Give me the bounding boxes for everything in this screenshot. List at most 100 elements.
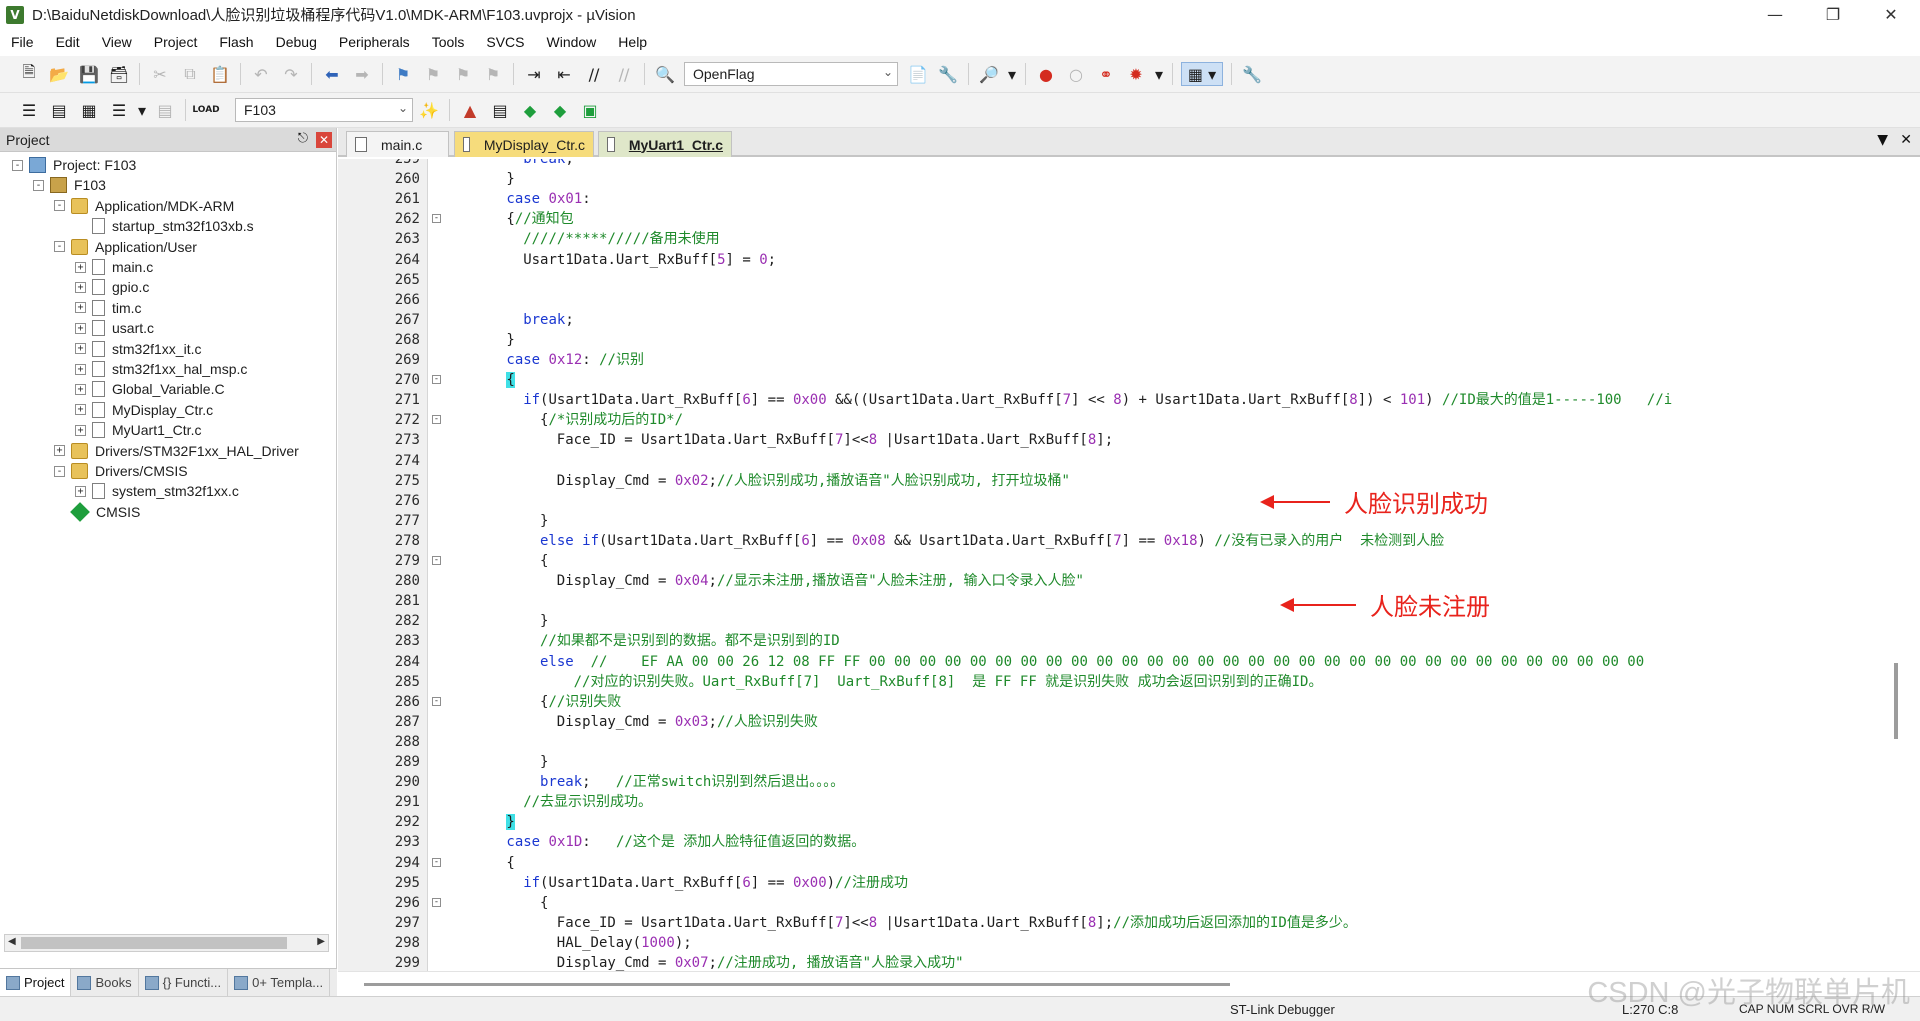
panel-tab-3[interactable]: 0+ Templa... — [228, 969, 331, 996]
tree-node[interactable]: startup_stm32f103xb.s — [75, 216, 254, 236]
nav-back-icon[interactable]: ⬅ — [320, 62, 344, 86]
rebuild-icon[interactable]: ▦ — [77, 98, 101, 122]
menu-debug[interactable]: Debug — [265, 29, 328, 55]
panel-tab-2[interactable]: {} Functi... — [139, 969, 229, 996]
bookmark-prev-icon[interactable]: ⚑ — [421, 62, 445, 86]
tree-node[interactable]: + MyUart1_Ctr.c — [75, 420, 201, 440]
scroll-right-icon[interactable]: ▶ — [317, 936, 325, 947]
find-combo[interactable]: OpenFlag ⌄ — [684, 62, 898, 86]
file-extensions-icon[interactable]: ▤ — [488, 98, 512, 122]
download-icon[interactable]: LOAD — [192, 98, 219, 122]
close-tab-icon[interactable]: ✕ — [1900, 132, 1912, 148]
tree-node[interactable]: + main.c — [75, 257, 153, 277]
expand-icon[interactable]: + — [75, 383, 86, 395]
pack-installer-icon[interactable]: ◆ — [518, 98, 542, 122]
comment-icon[interactable]: // — [582, 62, 606, 86]
save-all-icon[interactable]: 🗃 — [107, 62, 131, 86]
tab-myuart1-ctr-c[interactable]: MyUart1_Ctr.c — [598, 131, 732, 157]
collapse-icon[interactable]: - — [54, 200, 65, 212]
copy-icon[interactable]: ⧉ — [178, 62, 202, 86]
code-editor[interactable]: 259 break; 260} 261 case 0x01: 262- {//通知包 263/… — [338, 159, 1905, 971]
scroll-left-icon[interactable]: ◀ — [8, 936, 16, 947]
new-file-icon[interactable]: 🗎 — [17, 62, 41, 86]
tree-node[interactable]: + Global_Variable.C — [75, 379, 225, 399]
fold-toggle-icon[interactable]: - — [432, 415, 441, 425]
paste-icon[interactable]: 📋 — [208, 62, 232, 86]
tree-node[interactable]: + stm32f1xx_hal_msp.c — [75, 359, 247, 379]
save-icon[interactable]: 💾 — [77, 62, 101, 86]
expand-icon[interactable]: + — [75, 343, 86, 355]
expand-icon[interactable]: + — [75, 424, 86, 436]
select-packs-icon[interactable]: ◆ — [548, 98, 572, 122]
minimize-button[interactable]: — — [1746, 0, 1804, 29]
breakpoint-disable-all-icon[interactable]: ⚭ — [1094, 62, 1118, 86]
tree-node[interactable]: + system_stm32f1xx.c — [75, 481, 239, 501]
tree-node[interactable]: CMSIS — [54, 501, 140, 522]
manage-components-icon[interactable]: ▲ — [458, 98, 482, 122]
debug-start-icon[interactable]: 🔎 — [977, 62, 1001, 86]
project-hscrollbar[interactable]: ◀ ▶ — [4, 934, 329, 952]
find-symbol-icon[interactable]: 🔧 — [936, 62, 960, 86]
fold-toggle-icon[interactable]: - — [432, 556, 441, 565]
menu-window[interactable]: Window — [536, 29, 608, 55]
close-window-button[interactable]: ✕ — [1862, 0, 1920, 29]
pin-icon[interactable]: ⎋ — [298, 131, 308, 146]
nav-forward-icon[interactable]: ➡ — [350, 62, 374, 86]
find-in-files-icon[interactable]: 🔍 — [653, 62, 677, 86]
tree-node[interactable]: + Drivers/STM32F1xx_HAL_Driver — [54, 441, 299, 461]
undo-icon[interactable]: ↶ — [249, 62, 273, 86]
window-layout-icon[interactable]: ▦ ▾ — [1181, 62, 1223, 86]
tab-list-dropdown-icon[interactable]: ▼ — [1877, 132, 1888, 148]
tree-node[interactable]: - Application/MDK-ARM — [54, 196, 234, 216]
collapse-icon[interactable]: - — [33, 179, 44, 191]
expand-icon[interactable]: + — [75, 404, 86, 416]
breakpoint-dropdown-icon[interactable]: ▾ — [1154, 62, 1164, 86]
tree-node[interactable]: + MyDisplay_Ctr.c — [75, 400, 213, 420]
fold-toggle-icon[interactable]: - — [432, 375, 441, 385]
tree-node[interactable]: + gpio.c — [75, 277, 149, 297]
expand-icon[interactable]: + — [54, 445, 65, 457]
close-panel-icon[interactable]: ✕ — [316, 132, 332, 148]
build-icon[interactable]: ▤ — [47, 98, 71, 122]
tab-main-c[interactable]: main.c — [346, 131, 449, 157]
open-file-icon[interactable]: 📂 — [47, 62, 71, 86]
uncomment-icon[interactable]: // — [612, 62, 636, 86]
fold-toggle-icon[interactable]: - — [432, 214, 441, 224]
editor-vscrollbar[interactable] — [1890, 159, 1905, 971]
fold-toggle-icon[interactable]: - — [432, 857, 441, 867]
restore-button[interactable]: ❐ — [1804, 0, 1862, 29]
bookmark-clear-icon[interactable]: ⚑ — [481, 62, 505, 86]
tab-mydisplay-ctr-c[interactable]: MyDisplay_Ctr.c — [454, 131, 594, 157]
breakpoint-kill-all-icon[interactable]: ✹ — [1124, 62, 1148, 86]
batch-dropdown-icon[interactable]: ▾ — [137, 98, 147, 122]
expand-icon[interactable]: + — [75, 322, 86, 334]
indent-icon[interactable]: ⇥ — [522, 62, 546, 86]
incremental-find-icon[interactable]: 📄 — [906, 62, 930, 86]
unindent-icon[interactable]: ⇤ — [552, 62, 576, 86]
tree-node[interactable]: - F103 — [33, 175, 106, 195]
collapse-icon[interactable]: - — [54, 465, 65, 477]
tree-node[interactable]: + stm32f1xx_it.c — [75, 339, 201, 359]
translate-icon[interactable]: ☰ — [17, 98, 41, 122]
stop-build-icon[interactable]: ▤ — [153, 98, 177, 122]
menu-svcs[interactable]: SVCS — [475, 29, 535, 55]
target-options-icon[interactable]: ✨ — [417, 98, 441, 122]
expand-icon[interactable]: + — [75, 302, 86, 314]
menu-tools[interactable]: Tools — [421, 29, 476, 55]
fold-toggle-icon[interactable]: - — [432, 696, 441, 706]
menu-edit[interactable]: Edit — [45, 29, 91, 55]
menu-file[interactable]: File — [0, 29, 45, 55]
collapse-icon[interactable]: - — [12, 159, 23, 171]
panel-tab-1[interactable]: Books — [71, 969, 139, 996]
breakpoint-icon[interactable]: ● — [1034, 62, 1058, 86]
menu-view[interactable]: View — [91, 29, 143, 55]
menu-help[interactable]: Help — [607, 29, 658, 55]
run-time-env-icon[interactable]: ▣ — [578, 98, 602, 122]
menu-flash[interactable]: Flash — [208, 29, 264, 55]
redo-icon[interactable]: ↷ — [279, 62, 303, 86]
expand-icon[interactable]: + — [75, 363, 86, 375]
panel-tab-0[interactable]: Project — [0, 969, 72, 996]
expand-icon[interactable]: + — [75, 261, 86, 273]
menu-project[interactable]: Project — [143, 29, 209, 55]
collapse-icon[interactable]: - — [54, 241, 65, 253]
